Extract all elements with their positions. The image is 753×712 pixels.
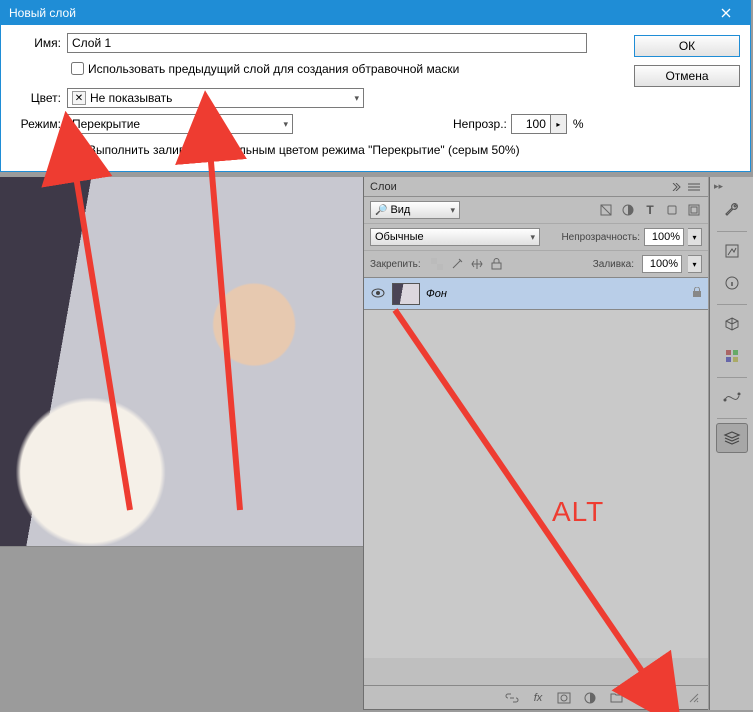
chevron-down-icon: ▾	[283, 119, 288, 130]
filter-shape-icon[interactable]	[664, 202, 680, 218]
close-button[interactable]	[710, 3, 742, 23]
layers-panel: Слои 🔎Вид ▾ T Обычные ▾ Непрозрачность: …	[363, 177, 708, 710]
dialog-titlebar: Новый слой	[1, 1, 750, 25]
opacity-slider-button[interactable]: ▸	[551, 114, 567, 134]
eye-icon	[371, 288, 385, 298]
lock-icon	[692, 287, 702, 301]
filter-pixel-icon[interactable]	[598, 202, 614, 218]
opacity-unit: %	[573, 117, 584, 131]
blend-mode-select[interactable]: Обычные ▾	[370, 228, 540, 246]
menu-icon	[688, 183, 700, 191]
tool-info-button[interactable]	[716, 268, 748, 298]
group-icon[interactable]	[608, 690, 624, 706]
tool-paths-button[interactable]	[716, 382, 748, 412]
annotation-alt-label: ALT	[552, 496, 604, 528]
tool-layers-button[interactable]	[716, 423, 748, 453]
tool-swatches-button[interactable]	[716, 341, 748, 371]
close-icon	[721, 8, 731, 18]
filter-smart-icon[interactable]	[686, 202, 702, 218]
collapse-icon	[671, 183, 681, 191]
collapse-toolbar-button[interactable]: ▸▸	[714, 181, 723, 195]
tool-3d-button[interactable]	[716, 309, 748, 339]
resize-grip-icon	[686, 690, 702, 706]
panel-footer: fx	[364, 685, 708, 709]
link-layers-icon[interactable]	[504, 690, 520, 706]
opacity-input[interactable]	[511, 114, 551, 134]
cancel-button[interactable]: Отмена	[634, 65, 740, 87]
lock-position-icon[interactable]	[469, 256, 485, 272]
mode-label: Режим:	[11, 117, 61, 131]
panel-collapse-button[interactable]	[668, 180, 684, 194]
lock-label: Закрепить:	[370, 259, 421, 270]
layer-opacity-label: Непрозрачность:	[561, 232, 640, 243]
swatches-icon	[724, 348, 740, 364]
lock-transparency-icon[interactable]	[429, 256, 445, 272]
filter-kind-select[interactable]: 🔎Вид ▾	[370, 201, 460, 219]
filter-type-icon[interactable]: T	[642, 202, 658, 218]
layer-opacity-input[interactable]	[644, 228, 684, 246]
layer-opacity-slider-button[interactable]: ▾	[688, 228, 702, 246]
fill-neutral-checkbox[interactable]	[71, 143, 84, 156]
add-mask-icon[interactable]	[556, 690, 572, 706]
fx-icon[interactable]: fx	[530, 690, 546, 706]
opacity-label: Непрозр.:	[453, 117, 507, 131]
fill-slider-button[interactable]: ▾	[688, 255, 702, 273]
fill-label: Заливка:	[593, 259, 634, 270]
history-icon	[724, 243, 740, 259]
document-image	[0, 177, 363, 547]
chevron-down-icon: ▾	[530, 232, 535, 243]
chevron-down-icon: ▾	[354, 93, 359, 104]
dialog-title: Новый слой	[9, 1, 76, 25]
color-select[interactable]: ✕Не показывать ▾	[67, 88, 364, 108]
panel-title: Слои	[370, 181, 397, 193]
tool-history-button[interactable]	[716, 236, 748, 266]
adjustment-layer-icon[interactable]	[582, 690, 598, 706]
color-label: Цвет:	[11, 91, 61, 105]
cube-icon	[724, 316, 740, 332]
layer-name-input[interactable]	[67, 33, 587, 53]
name-label: Имя:	[11, 36, 61, 50]
lock-all-icon[interactable]	[489, 256, 505, 272]
mode-select[interactable]: Перекрытие ▾	[67, 114, 293, 134]
layer-name[interactable]: Фон	[426, 288, 686, 300]
info-icon	[724, 275, 740, 291]
right-toolbar: ▸▸	[709, 177, 753, 710]
panel-menu-button[interactable]	[686, 180, 702, 194]
tool-wrench-button[interactable]	[716, 195, 748, 225]
filter-adjust-icon[interactable]	[620, 202, 636, 218]
layer-list: Фон	[364, 278, 708, 658]
lock-pixels-icon[interactable]	[449, 256, 465, 272]
none-color-icon: ✕	[72, 91, 86, 105]
wrench-icon	[723, 201, 741, 219]
ok-button[interactable]: ОК	[634, 35, 740, 57]
layers-icon	[723, 430, 741, 446]
layer-thumbnail[interactable]	[392, 283, 420, 305]
fill-input[interactable]	[642, 255, 682, 273]
trash-icon[interactable]	[660, 690, 676, 706]
new-layer-icon[interactable]	[634, 690, 650, 706]
chevron-down-icon: ▾	[450, 205, 455, 216]
document-canvas[interactable]	[0, 177, 363, 710]
use-prev-mask-checkbox[interactable]	[71, 62, 84, 75]
visibility-toggle[interactable]	[370, 287, 386, 301]
use-prev-mask-label: Использовать предыдущий слой для создани…	[88, 62, 459, 76]
fill-neutral-label: Выполнить заливку нейтральным цветом реж…	[88, 143, 520, 157]
layer-row[interactable]: Фон	[364, 278, 708, 310]
paths-icon	[723, 390, 741, 404]
new-layer-dialog: Новый слой ОК Отмена Имя: Использовать п…	[0, 0, 751, 172]
